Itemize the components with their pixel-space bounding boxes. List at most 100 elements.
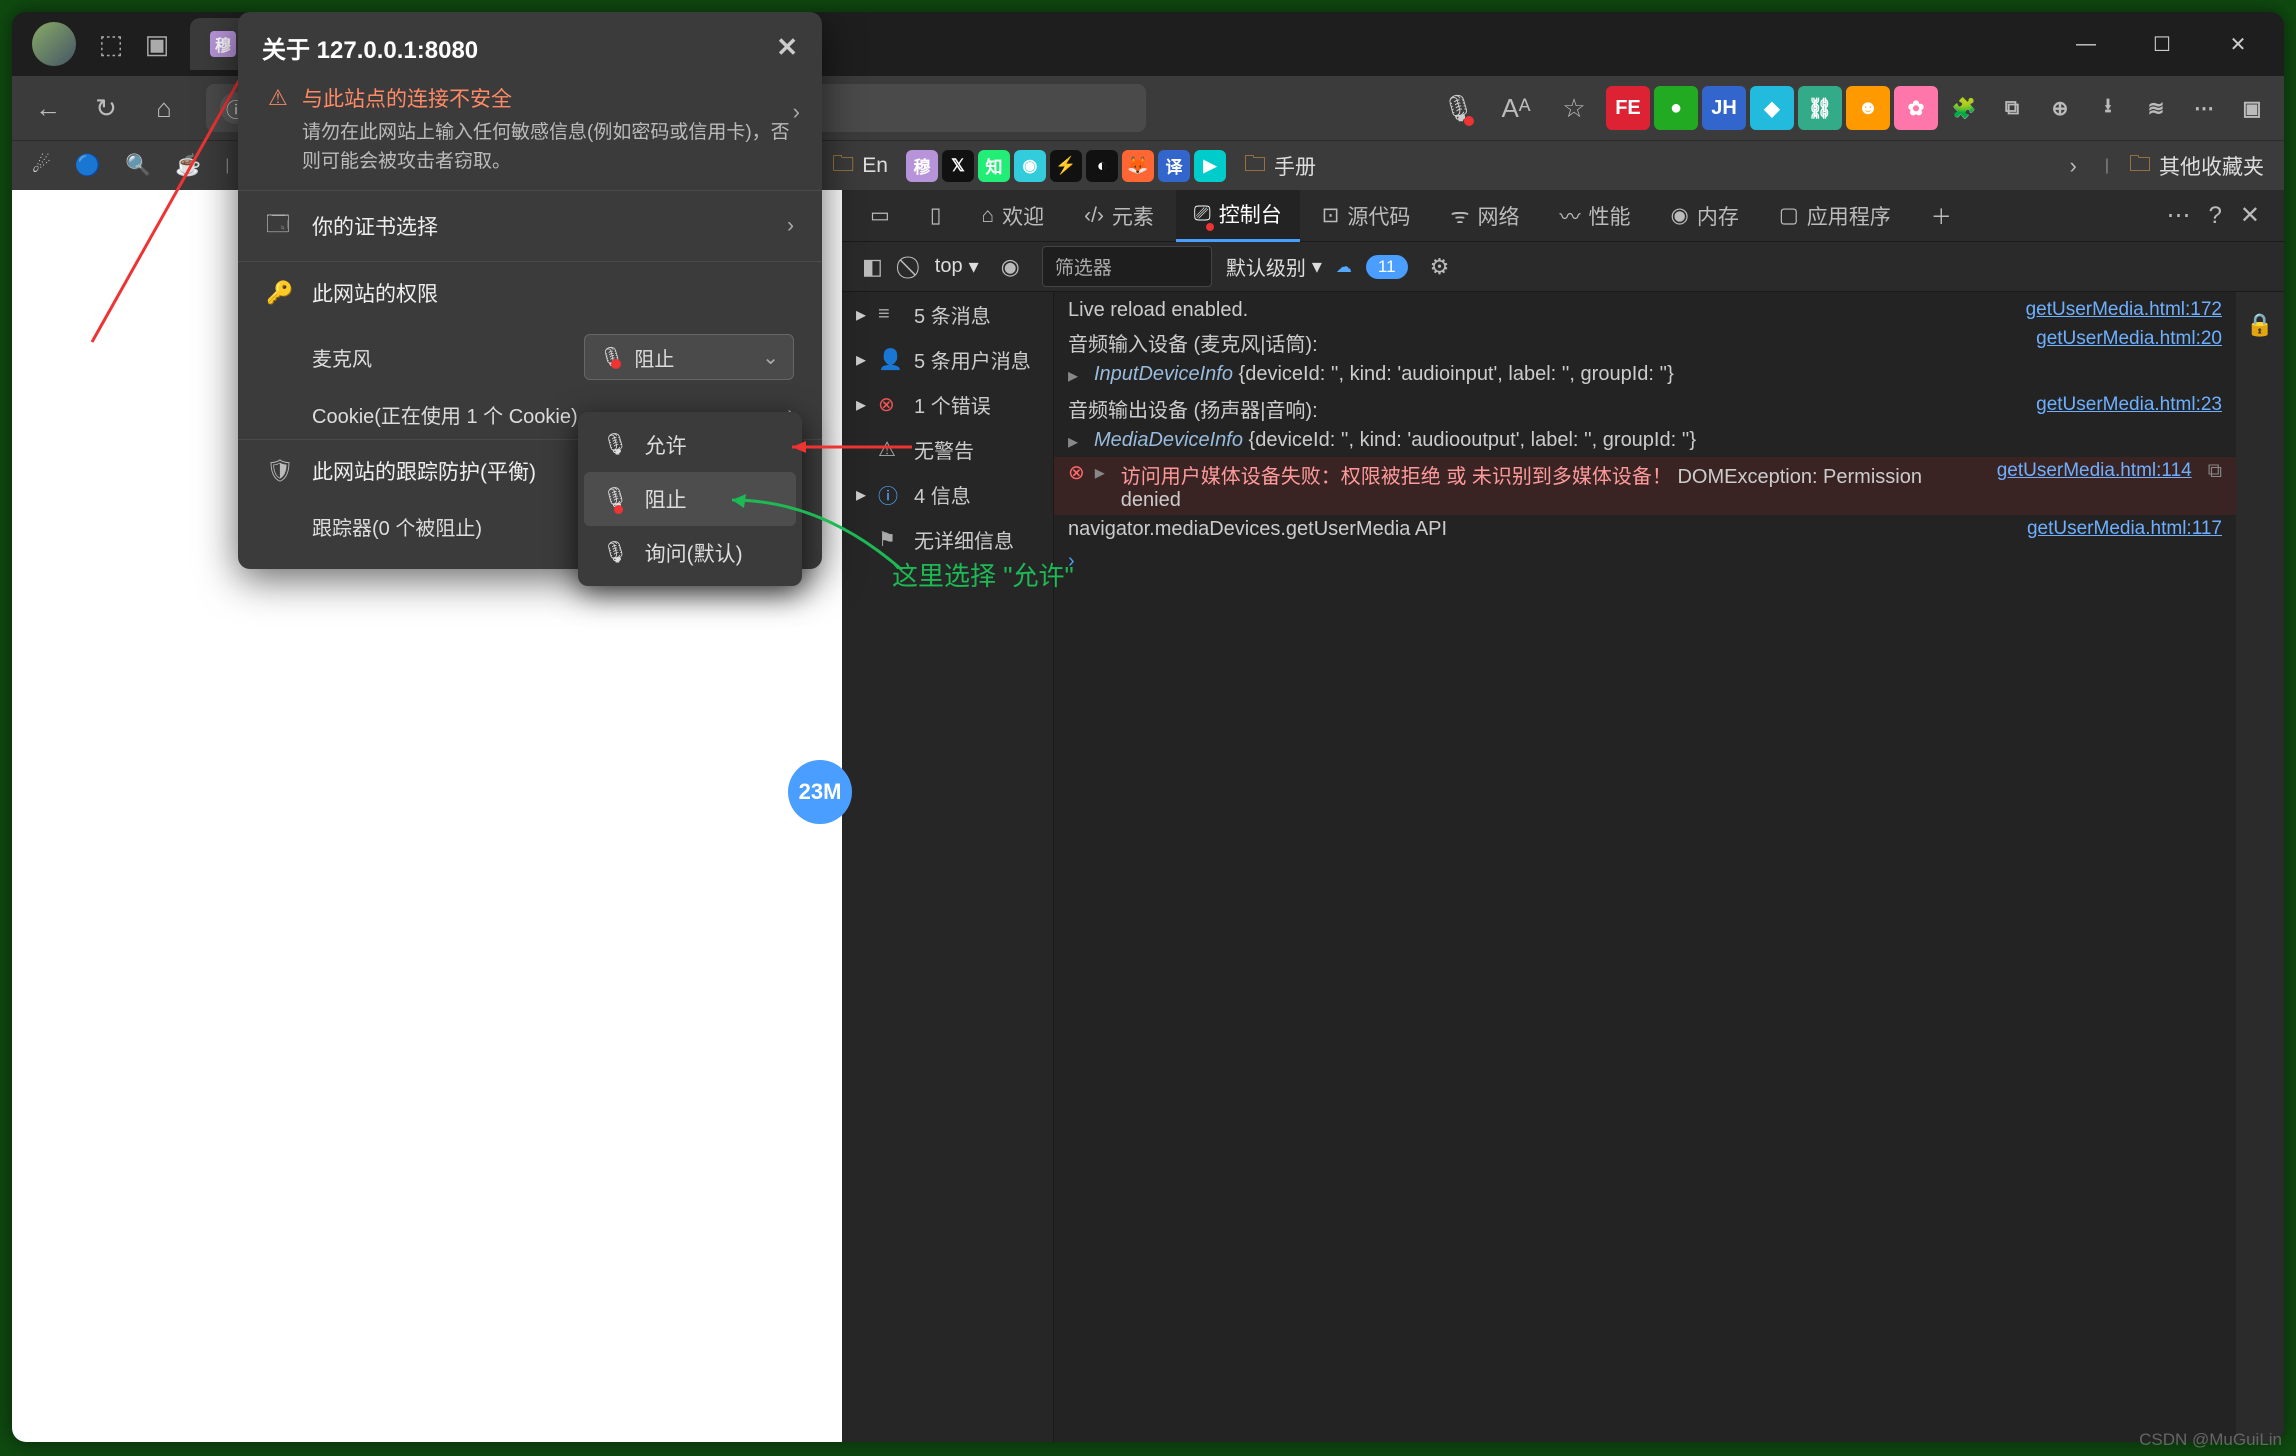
bookmark-icon[interactable]: 🔵	[65, 149, 111, 182]
log-row[interactable]: ▸MediaDeviceInfo {deviceId: '', kind: 'a…	[1054, 426, 2236, 457]
extension-icon[interactable]: ◆	[1750, 86, 1794, 130]
other-bookmarks[interactable]: 🗀其他收藏夹	[2119, 143, 2274, 189]
issues-badge[interactable]: 11	[1366, 255, 1408, 279]
lock-icon[interactable]: 🔒	[2246, 302, 2273, 348]
tab-sources[interactable]: ⊡ 源代码	[1304, 190, 1429, 242]
devtools-close-icon[interactable]: ✕	[2240, 201, 2260, 230]
log-row[interactable]: Live reload enabled.getUserMedia.html:17…	[1054, 296, 2236, 325]
refresh-button[interactable]: ↻	[80, 82, 132, 134]
extension-icon[interactable]: ☻	[1846, 86, 1890, 130]
extension-icon[interactable]: JH	[1702, 86, 1746, 130]
security-warning[interactable]: 与此站点的连接不安全 请勿在此网站上输入任何敏感信息(例如密码或信用卡)，否则可…	[238, 83, 822, 190]
extension-icon[interactable]: ⊕	[2038, 86, 2082, 130]
bookmarks-overflow-icon[interactable]: ›	[2050, 153, 2097, 179]
sidebar-user[interactable]: ▸👤5 条用户消息	[842, 337, 1053, 382]
bookmark-folder[interactable]: 🗀En	[822, 143, 898, 189]
chevron-right-icon: ›	[793, 99, 800, 125]
devtools-right-rail: 🔒	[2236, 292, 2284, 1442]
profile-avatar[interactable]	[32, 22, 76, 66]
log-row[interactable]: navigator.mediaDevices.getUserMedia APIg…	[1054, 515, 2236, 544]
tab-elements[interactable]: ‹/› 元素	[1066, 190, 1172, 242]
window-controls: — ☐ ✕	[2048, 20, 2276, 68]
log-row-error[interactable]: ⊗▸访问用户媒体设备失败：权限被拒绝 或 未识别到多媒体设备！ DOMExcep…	[1054, 457, 2236, 515]
bookmark-icon[interactable]: 知	[978, 150, 1010, 182]
tab-actions-icon[interactable]: ▣	[134, 21, 180, 67]
scope-select[interactable]: top ▾	[935, 254, 979, 279]
extension-icon[interactable]: ▣	[2230, 86, 2274, 130]
tab-welcome[interactable]: ⌂ 欢迎	[963, 190, 1062, 242]
copy-icon[interactable]: ⧉	[2208, 460, 2222, 483]
workspaces-icon[interactable]: ⬚	[88, 21, 134, 67]
filter-input[interactable]: 筛选器	[1042, 246, 1212, 287]
bookmark-icon[interactable]: ☕	[165, 149, 211, 182]
sidebar-info[interactable]: ▸ⓘ4 信息	[842, 472, 1053, 517]
bookmark-icon[interactable]: ☄	[22, 149, 61, 182]
bookmark-icon[interactable]: 𝕏	[942, 150, 974, 182]
permission-dropdown: 🎙允许 🎙阻止 🎙询问(默认)	[578, 412, 802, 586]
clear-console-icon[interactable]: ⃠	[905, 250, 921, 284]
sidebar-toggle-icon[interactable]: ◧	[854, 250, 891, 284]
back-button[interactable]: ←	[22, 82, 74, 134]
sidebar-warnings[interactable]: ▸⚠无警告	[842, 427, 1053, 472]
extension-icon[interactable]: ⧉	[1990, 86, 2034, 130]
extension-icon[interactable]: ⋯	[2182, 86, 2226, 130]
live-expression-icon[interactable]: ◉	[993, 250, 1028, 284]
floating-badge[interactable]: 23M	[788, 760, 852, 824]
console-sidebar: ▸≡5 条消息 ▸👤5 条用户消息 ▸⊗1 个错误 ▸⚠无警告 ▸ⓘ4 信息 ▸…	[842, 292, 1054, 1442]
log-row[interactable]: ▸InputDeviceInfo {deviceId: '', kind: 'a…	[1054, 360, 2236, 391]
devtools-tabs: ▭ ▯ ⌂ 欢迎 ‹/› 元素 ⎚ 控制台 ⊡ 源代码 ᯤ 网络 〰 性能 ◉ …	[842, 190, 2284, 242]
permission-mic-icon[interactable]: 🎙	[1432, 82, 1484, 134]
popup-close-icon[interactable]: ✕	[776, 32, 798, 63]
extension-icon[interactable]: FE	[1606, 86, 1650, 130]
bookmark-icon[interactable]: ▶	[1194, 150, 1226, 182]
bookmark-icon[interactable]: 译	[1158, 150, 1190, 182]
read-aloud-icon[interactable]: Aᴬ	[1490, 82, 1542, 134]
tab-memory[interactable]: ◉ 内存	[1653, 190, 1757, 242]
extension-icon[interactable]: ⭳	[2086, 86, 2130, 130]
mic-permission-row: 麦克风 🎙阻止⌄	[238, 324, 822, 390]
extension-icon[interactable]: ⛓	[1798, 86, 1842, 130]
permissions-header: 🔑此网站的权限	[238, 261, 822, 324]
dropdown-block[interactable]: 🎙阻止	[584, 472, 796, 526]
certificate-row[interactable]: 🗔你的证书选择›	[238, 190, 822, 261]
popup-title: 关于 127.0.0.1:8080✕	[238, 12, 822, 83]
tab-application[interactable]: ▢ 应用程序	[1761, 190, 1909, 242]
watermark: CSDN @MuGuiLin	[2139, 1430, 2282, 1450]
home-button[interactable]: ⌂	[138, 82, 190, 134]
sidebar-errors[interactable]: ▸⊗1 个错误	[842, 382, 1053, 427]
bookmark-icon[interactable]: ◉	[1014, 150, 1046, 182]
settings-icon[interactable]: ⚙	[1422, 250, 1458, 284]
maximize-button[interactable]: ☐	[2124, 20, 2200, 68]
bookmark-icon[interactable]: 🔍	[115, 149, 161, 182]
inspect-icon[interactable]: ▭	[852, 190, 908, 242]
browser-window: ⬚ ▣ 穆 Document ✕ ＋ — ☐ ✕ ← ↻ ⌂ ⓘ 127.0.0…	[12, 12, 2284, 1442]
bookmark-manual[interactable]: 🗀手册	[1234, 143, 1326, 189]
log-row[interactable]: 音频输入设备 (麦克风|话筒):getUserMedia.html:20	[1054, 325, 2236, 360]
tab-console[interactable]: ⎚ 控制台	[1176, 190, 1300, 242]
bookmark-icon[interactable]: 穆	[906, 150, 938, 182]
extension-icon[interactable]: ✿	[1894, 86, 1938, 130]
sidebar-messages[interactable]: ▸≡5 条消息	[842, 292, 1053, 337]
dropdown-allow[interactable]: 🎙允许	[584, 418, 796, 472]
device-mode-icon[interactable]: ▯	[912, 190, 960, 242]
more-icon[interactable]: ⋯	[2167, 201, 2191, 230]
add-tab-icon[interactable]: ＋	[1913, 190, 1970, 242]
log-level-select[interactable]: 默认级别 ▾	[1226, 252, 1322, 281]
extension-icon[interactable]: 🧩	[1942, 86, 1986, 130]
dropdown-ask[interactable]: 🎙询问(默认)	[584, 526, 796, 580]
help-icon[interactable]: ?	[2209, 202, 2222, 230]
close-button[interactable]: ✕	[2200, 20, 2276, 68]
annotation-text: 这里选择 "允许"	[892, 556, 1074, 593]
log-row[interactable]: 音频输出设备 (扬声器|音响):getUserMedia.html:23	[1054, 391, 2236, 426]
extension-icon[interactable]: ●	[1654, 86, 1698, 130]
extension-icon[interactable]: ≋	[2134, 86, 2178, 130]
tab-network[interactable]: ᯤ 网络	[1432, 190, 1537, 242]
bookmark-icon[interactable]: ◐	[1086, 150, 1118, 182]
favorite-icon[interactable]: ☆	[1548, 82, 1600, 134]
console-prompt[interactable]: ›	[1054, 544, 2236, 579]
minimize-button[interactable]: —	[2048, 20, 2124, 68]
tab-performance[interactable]: 〰 性能	[1542, 190, 1649, 242]
bookmark-icon[interactable]: 🦊	[1122, 150, 1154, 182]
mic-permission-select[interactable]: 🎙阻止⌄	[584, 334, 794, 380]
bookmark-icon[interactable]: ⚡	[1050, 150, 1082, 182]
